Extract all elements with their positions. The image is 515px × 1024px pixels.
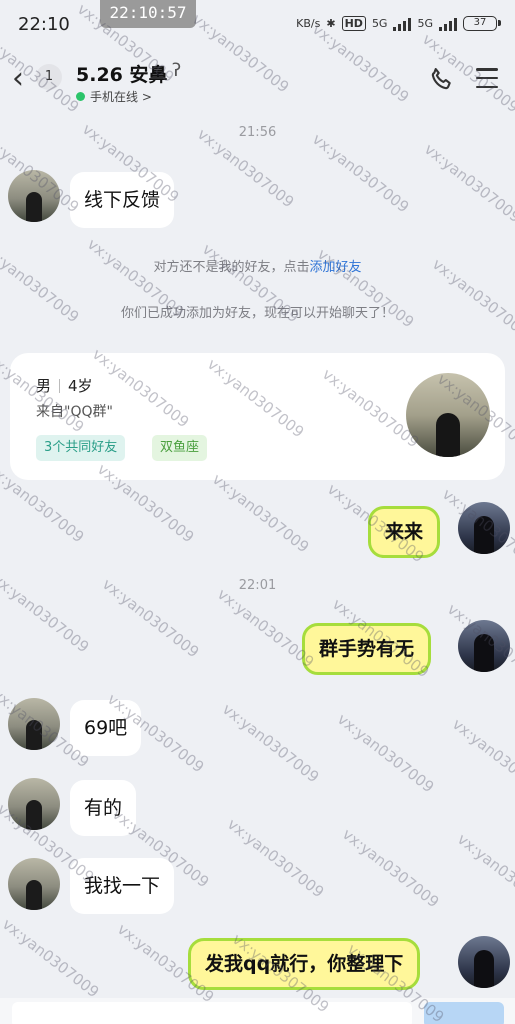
message-sent[interactable]: 群手势有无 bbox=[302, 623, 432, 675]
system-notice-add-friend: 对方还不是我的好友，点击添加好友 bbox=[0, 256, 515, 275]
screen-recording-indicator[interactable]: 22:10:57 bbox=[100, 0, 196, 28]
contact-avatar[interactable] bbox=[8, 858, 60, 910]
hd-voice-icon: HD bbox=[341, 16, 366, 31]
watermark-text: vx:yan0307009 bbox=[448, 715, 515, 802]
status-bar: 22:10 22:10:57 KB/s ✱ HD 5G 5G 37 bbox=[0, 0, 515, 48]
self-avatar[interactable] bbox=[458, 502, 510, 554]
message-received[interactable]: 线下反馈 bbox=[70, 172, 175, 228]
watermark-text: vx:yan0307009 bbox=[338, 825, 443, 912]
bluetooth-icon: ✱ bbox=[326, 17, 336, 30]
network-speed: KB/s bbox=[296, 17, 321, 30]
message-sent[interactable]: 发我qq就行，你整理下 bbox=[188, 938, 421, 990]
signal-icon bbox=[393, 17, 412, 31]
timestamp: 21:56 bbox=[238, 125, 277, 140]
online-dot-icon bbox=[76, 92, 85, 101]
watermark-text: vx:yan0307009 bbox=[0, 915, 103, 1002]
contact-avatar[interactable] bbox=[8, 170, 60, 222]
online-status-text: 手机在线 > bbox=[90, 90, 152, 104]
message-received[interactable]: 69吧 bbox=[70, 700, 142, 756]
profile-card-avatar[interactable] bbox=[406, 373, 490, 457]
contact-avatar[interactable] bbox=[8, 698, 60, 750]
watermark-text: vx:yan0307009 bbox=[420, 140, 515, 227]
mutual-friends-tag[interactable]: 3个共同好友 bbox=[36, 435, 126, 461]
menu-icon[interactable] bbox=[476, 68, 498, 88]
watermark-text: vx:yan0307009 bbox=[218, 700, 323, 787]
divider bbox=[59, 378, 61, 393]
message-sent[interactable]: 来来 bbox=[368, 506, 441, 558]
system-notice-text: 对方还不是我的好友，点击 bbox=[153, 260, 310, 275]
profile-card[interactable]: 男 4岁 来自"QQ群" 3个共同好友 双鱼座 bbox=[10, 353, 505, 480]
message-received[interactable]: 有的 bbox=[70, 780, 137, 836]
self-avatar[interactable] bbox=[458, 620, 510, 672]
profile-basic-info: 男 4岁 bbox=[36, 375, 93, 396]
signal-label-1: 5G bbox=[371, 17, 388, 30]
watermark-text: vx:yan0307009 bbox=[333, 710, 438, 797]
send-button[interactable] bbox=[424, 1002, 504, 1024]
status-icons: KB/s ✱ HD 5G 5G 37 bbox=[296, 16, 501, 31]
back-icon[interactable]: ‹ bbox=[12, 64, 24, 94]
profile-source: 来自"QQ群" bbox=[36, 404, 113, 420]
online-status[interactable]: 手机在线 > bbox=[76, 88, 152, 105]
add-friend-link[interactable]: 添加好友 bbox=[310, 260, 362, 275]
battery-icon: 37 bbox=[463, 16, 501, 31]
input-bar bbox=[0, 998, 515, 1024]
system-notice-friend-added: 你们已成功添加为好友，现在可以开始聊天了！ bbox=[120, 306, 394, 321]
signal-label-2: 5G bbox=[417, 17, 433, 30]
contact-name[interactable]: 5.26 安鼻 bbox=[76, 60, 168, 87]
watermark-text: vx:yan0307009 bbox=[453, 830, 515, 917]
ear-icon: ʔ bbox=[172, 60, 182, 81]
status-time: 22:10 bbox=[18, 14, 70, 35]
message-received[interactable]: 我找一下 bbox=[70, 858, 175, 914]
profile-age: 4岁 bbox=[68, 377, 93, 395]
signal-icon-2 bbox=[439, 17, 457, 31]
self-avatar[interactable] bbox=[458, 936, 510, 988]
watermark-text: vx:yan0307009 bbox=[308, 130, 413, 217]
timestamp: 22:01 bbox=[238, 578, 277, 593]
zodiac-tag: 双鱼座 bbox=[152, 435, 208, 461]
profile-gender: 男 bbox=[36, 377, 52, 395]
watermark-text: vx:yan0307009 bbox=[223, 815, 328, 902]
contact-avatar[interactable] bbox=[8, 778, 60, 830]
phone-icon[interactable] bbox=[428, 65, 456, 93]
unread-badge[interactable]: 1 bbox=[36, 64, 62, 90]
message-input[interactable] bbox=[12, 1002, 412, 1024]
watermark-text: vx:yan0307009 bbox=[208, 470, 313, 557]
chat-header: ‹ 1 5.26 安鼻 ʔ 手机在线 > bbox=[0, 48, 515, 110]
